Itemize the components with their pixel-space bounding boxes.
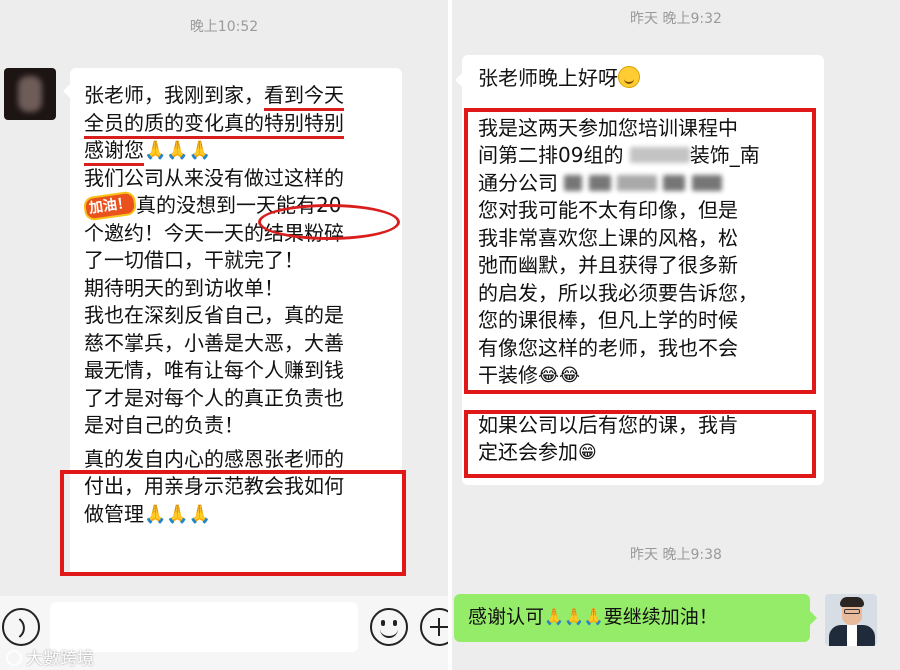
message-line: 定还会参加😁 — [478, 440, 597, 464]
redacted-text — [564, 174, 583, 191]
more-actions-button[interactable] — [420, 608, 448, 646]
laugh-emoji: 😂😂 — [538, 365, 581, 386]
message-input[interactable] — [50, 602, 358, 652]
message-line: 是对自己的负责！ — [84, 413, 244, 437]
outgoing-message-bubble[interactable]: 感谢认可🙏🙏🙏要继续加油！ — [454, 594, 817, 642]
emoji-button[interactable] — [370, 608, 408, 646]
message-line: 弛而幽默，并且获得了很多新 — [478, 253, 738, 277]
message-line: 间第二排09组的 装饰_南 — [478, 143, 760, 167]
watermark-logo-icon — [6, 650, 22, 666]
message-timestamp: 昨天 晚上9:38 — [630, 547, 722, 563]
pray-emoji: 🙏🙏🙏 — [544, 607, 604, 626]
message-line: 的启发，所以我必须要告诉您， — [478, 280, 758, 305]
message-line: 您对我可能不太有印像，但是 — [478, 198, 738, 222]
jiayou-sticker: 加油！ — [82, 190, 138, 222]
message-line: 感谢您🙏🙏🙏 — [84, 137, 390, 166]
message-line: 期待明天的到访收单！ — [84, 275, 284, 300]
message-line: 了一切借口，干就完了！ — [84, 248, 304, 272]
watermark: 大數跨境 — [6, 644, 94, 669]
grin-emoji: 😁 — [578, 442, 597, 463]
highlight-oval — [258, 204, 400, 240]
voice-input-button[interactable] — [2, 608, 40, 646]
message-line: 张老师晚上好呀 — [478, 65, 812, 93]
message-line: 我也在深刻反省自己，真的是 — [84, 303, 344, 327]
message-line: 我非常喜欢您上课的风格，松 — [478, 225, 738, 250]
left-chat-panel: 晚上10:52 张老师，我刚到家，看到今天 全员的质的变化真的特别特别 感谢您🙏… — [0, 0, 448, 670]
redacted-text — [663, 174, 686, 191]
incoming-message-bubble[interactable]: 张老师晚上好呀 我是这两天参加您培训课程中 间第二排09组的 装饰_南 通分公司… — [455, 55, 824, 485]
message-line: 全员的质的变化真的特别特别 — [84, 110, 390, 139]
smile-emoji-icon — [618, 66, 640, 88]
redacted-text — [617, 174, 658, 191]
message-line: 慈不掌兵，小善是大恶，大善 — [84, 330, 344, 355]
message-line: 我是这两天参加您培训课程中 — [478, 115, 738, 140]
redacted-text — [588, 174, 611, 191]
pray-emoji: 🙏🙏🙏 — [144, 140, 212, 161]
message-line: 付出，用亲身示范教会我如何 — [84, 474, 344, 498]
message-line: 做管理🙏🙏🙏 — [84, 501, 212, 526]
message-line: 了才是对每个人的真正负责也 — [84, 385, 344, 410]
message-timestamp: 昨天 晚上9:32 — [630, 11, 722, 27]
incoming-message-bubble[interactable]: 张老师，我刚到家，看到今天 全员的质的变化真的特别特别 感谢您🙏🙏🙏 我们公司从… — [63, 68, 402, 576]
message-line: 通分公司 — [478, 170, 812, 198]
message-line: 干装修😂😂 — [478, 363, 581, 387]
redacted-text — [691, 174, 722, 191]
right-chat-panel: 昨天 晚上9:32 张老师晚上好呀 我是这两天参加您培训课程中 间第二排09组的… — [452, 0, 900, 670]
redacted-text — [629, 147, 690, 163]
message-line: 有像您这样的老师，我也不会 — [478, 335, 738, 360]
user-avatar[interactable] — [825, 594, 877, 646]
message-timestamp: 晚上10:52 — [189, 19, 259, 35]
message-line: 张老师，我刚到家，看到今天 — [84, 82, 390, 111]
message-line: 我们公司从来没有做过这样的 — [84, 165, 344, 190]
message-line: 最无情，唯有让每个人赚到钱 — [84, 358, 344, 382]
message-line: 如果公司以后有您的课，我肯 — [478, 412, 738, 437]
contact-avatar[interactable] — [4, 68, 56, 120]
pray-emoji: 🙏🙏🙏 — [144, 503, 212, 525]
message-line: 您的课很棒，但凡上学的时候 — [478, 308, 738, 332]
message-line: 真的发自内心的感恩张老师的 — [84, 446, 344, 471]
